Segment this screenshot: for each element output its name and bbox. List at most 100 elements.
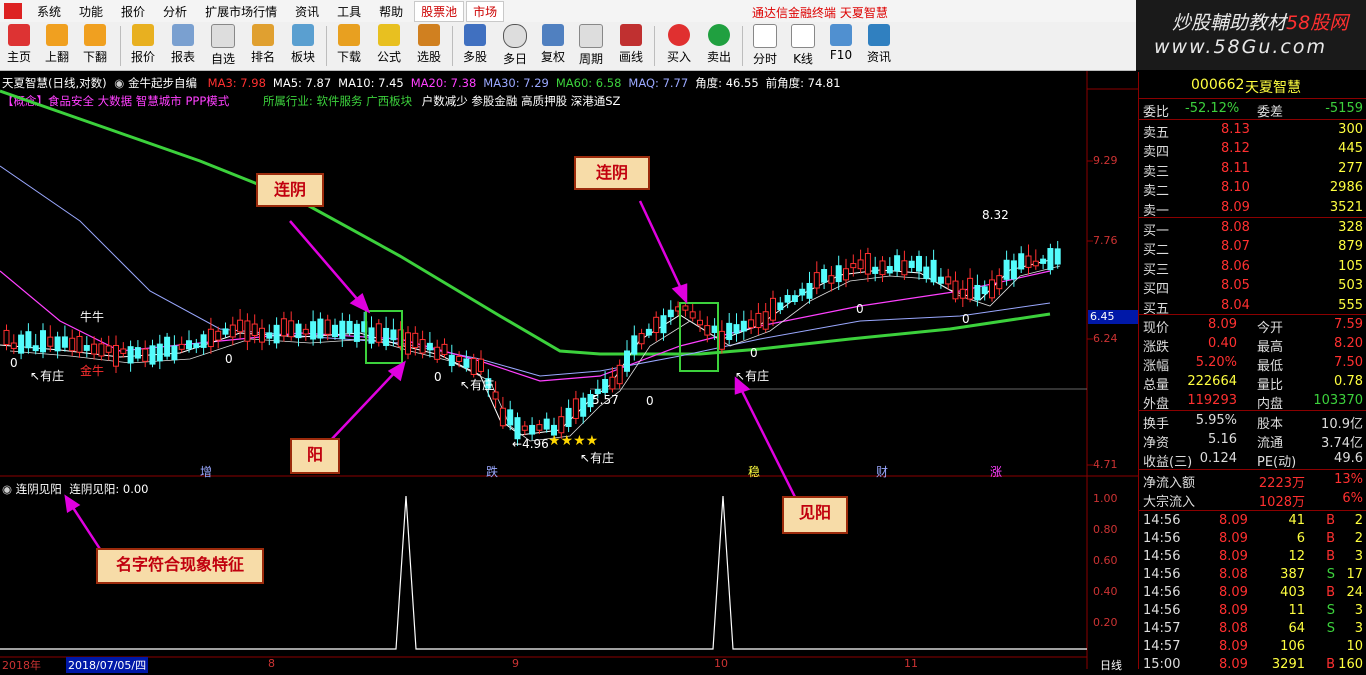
formula-icon [378, 24, 400, 46]
ma20-line [0, 270, 1051, 382]
period-label[interactable]: 日线 [1100, 657, 1122, 673]
toolbar-multiday-button[interactable]: 多日 [496, 24, 534, 67]
sub-tick-1: 1.00 [1093, 492, 1118, 505]
sub-tick-4: 0.40 [1093, 585, 1118, 598]
adjust-icon [542, 24, 564, 46]
toolbar-formula-button[interactable]: 公式 [370, 24, 408, 65]
sell-icon [708, 24, 730, 46]
toolbar-multistock-button[interactable]: 多股 [456, 24, 494, 65]
news-icon [868, 24, 890, 46]
sell-row: 卖五 8.13 300 [1143, 122, 1363, 141]
annotation-jianyang: 见阳 [782, 496, 848, 534]
annotation-yang: 阳 [290, 438, 340, 474]
menu-news[interactable]: 资讯 [286, 3, 328, 20]
toolbar-quote-button[interactable]: 报价 [124, 24, 162, 65]
date-month-10: 10 [714, 657, 728, 670]
toolbar-screener-button[interactable]: 选股 [410, 24, 448, 65]
arrow-yang [329, 366, 401, 442]
toolbar-period-button[interactable]: 周期 [572, 24, 610, 67]
menu-system[interactable]: 系统 [28, 3, 70, 20]
zero-label-2: 0 [225, 352, 233, 366]
menu-ext-market[interactable]: 扩展市场行情 [196, 3, 286, 20]
f6-icon [211, 24, 235, 48]
menu-tools[interactable]: 工具 [328, 3, 370, 20]
high-price-label: 8.32 [982, 208, 1009, 222]
toolbar-home-button[interactable]: 主页 [0, 24, 38, 65]
marker-cai: 财 [876, 465, 889, 479]
stat2-row: 换手 5.95% 股本 10.9亿 [1143, 413, 1363, 432]
toolbar-f10-button[interactable]: F10 [822, 24, 860, 62]
stock-name: 天夏智慧 [1245, 80, 1301, 96]
menu-quote[interactable]: 报价 [112, 3, 154, 20]
svg-text:★★★★: ★★★★ [548, 433, 598, 449]
toolbar-draw-button[interactable]: 画线 [612, 24, 650, 65]
yuan-icon [132, 24, 154, 46]
sub-tick-2: 0.80 [1093, 523, 1118, 536]
sell-row: 卖四 8.12 445 [1143, 141, 1363, 161]
sub-indicator-header: ◉ 连阴见阳 连阴见阳: 0.00 [2, 481, 149, 497]
draw-icon [620, 24, 642, 46]
ma60-line [0, 89, 1051, 356]
watermark-text: 炒股輔助教材 [1172, 12, 1287, 34]
toolbar-download-button[interactable]: 下载 [330, 24, 368, 65]
sub-tick-5: 0.20 [1093, 616, 1118, 629]
youzhuang-label-2: ↖有庄 [460, 378, 495, 392]
arrow-lianyin-2 [638, 200, 686, 296]
tab-stock-pool[interactable]: 股票池 [414, 0, 465, 22]
date-month-11: 11 [904, 657, 918, 670]
arrow-jianyang [738, 386, 798, 500]
report-icon [172, 24, 194, 46]
flow-row: 大宗流入 1028万 6% [1143, 491, 1363, 510]
sell-row: 卖一 8.09 3521 [1143, 199, 1363, 219]
date-selected[interactable]: 2018/07/05/四 [66, 657, 149, 673]
price-tick-2: 7.76 [1093, 234, 1118, 247]
arrow-down-icon [84, 24, 106, 46]
arrow-up-icon [46, 24, 68, 46]
toolbar-report-button[interactable]: 报表 [164, 24, 202, 65]
f8-icon [579, 24, 603, 48]
sell-row: 卖二 8.10 2986 [1143, 180, 1363, 200]
toolbar-buy-button[interactable]: 买入 [660, 24, 698, 65]
toolbar-favorites-button[interactable]: 自选 [204, 24, 242, 67]
toolbar-sector-button[interactable]: 板块 [284, 24, 322, 65]
toolbar-kline-button[interactable]: K线 [784, 24, 822, 67]
toolbar-timeshare-button[interactable]: 分时 [746, 24, 784, 67]
marker-wen: 稳 [748, 465, 761, 479]
sub-indicator-toggle-icon[interactable]: ◉ [2, 482, 12, 496]
kline-icon [791, 24, 815, 48]
weibi-row: 委比 -52.12% 委差 -5159 [1143, 101, 1363, 120]
app-brand: 通达信金融终端 天夏智慧 [752, 6, 888, 20]
app-logo [4, 3, 22, 19]
menu-analysis[interactable]: 分析 [154, 3, 196, 20]
buy-row: 买四 8.05 503 [1143, 278, 1363, 298]
multistock-icon [464, 24, 486, 46]
tab-market[interactable]: 市场 [466, 0, 505, 22]
arrow-name-note [68, 502, 102, 550]
buy-icon [668, 24, 690, 46]
toolbar-news-button[interactable]: 资讯 [860, 24, 898, 65]
toolbar-adjust-button[interactable]: 复权 [534, 24, 572, 65]
annotation-lianyin-1: 连阴 [256, 173, 324, 207]
star-markers: ★★★★ [548, 433, 598, 449]
zero-label-3: 0 [434, 370, 442, 384]
clock-icon [503, 24, 527, 48]
buy-row: 买一 8.08 328 [1143, 220, 1363, 239]
menu-function[interactable]: 功能 [70, 3, 112, 20]
menu-help[interactable]: 帮助 [370, 3, 412, 20]
zero-label-1: 0 [10, 356, 18, 370]
tick-row: 15:00 8.09 3291 B 160 [1143, 657, 1363, 672]
toolbar-pageup-button[interactable]: 上翻 [38, 24, 76, 65]
sell-row: 卖三 8.11 277 [1143, 160, 1363, 180]
current-price-tag: 6.45 [1088, 310, 1140, 324]
ranking-icon [252, 24, 274, 46]
toolbar-pagedown-button[interactable]: 下翻 [76, 24, 114, 65]
zero-label-5: 0 [750, 346, 758, 360]
stat2-row: 净资 5.16 流通 3.74亿 [1143, 432, 1363, 451]
toolbar-sell-button[interactable]: 卖出 [700, 24, 738, 65]
toolbar-ranking-button[interactable]: 排名 [244, 24, 282, 65]
date-month-8: 8 [268, 657, 275, 670]
toolbar: 主页 上翻 下翻 报价 报表 自选 排名 板块 下载 公式 选股 多股 多日 复… [0, 22, 1136, 71]
sub-indicator-name[interactable]: 连阴见阳 [16, 482, 62, 496]
price-tick-1: 9.29 [1093, 154, 1118, 167]
watermark: 炒股輔助教材58股网 www.58Gu.com [1136, 0, 1366, 70]
